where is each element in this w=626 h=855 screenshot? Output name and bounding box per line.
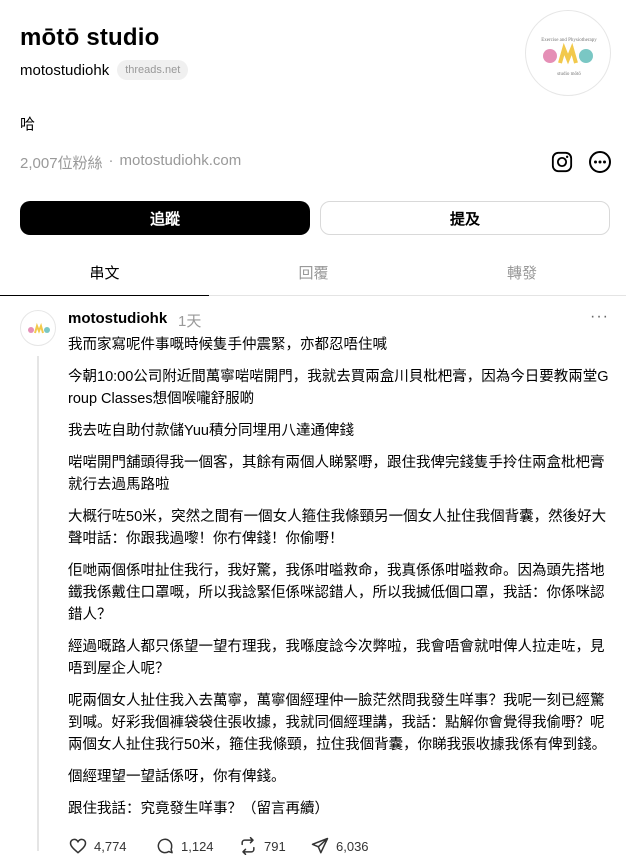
profile-avatar[interactable]: Exercise and Physiotherapy studio mōtō: [525, 10, 611, 96]
profile-meta: 2,007位粉絲 · motostudiohk.com: [20, 152, 241, 173]
tab-threads[interactable]: 串文: [0, 250, 209, 296]
website-link[interactable]: motostudiohk.com: [120, 152, 242, 173]
send-icon: [311, 837, 329, 854]
profile-header: mōtō studio motostudiohk threads.net: [20, 22, 500, 80]
post-body: 我而家寫呢件事嘅時候隻手仲震緊，亦都忍唔住喊 今朝10:00公司附近間萬寧啱啱開…: [68, 334, 613, 830]
post-paragraph: 個經理望一望話係呀，你有俾錢。: [68, 769, 286, 785]
post-timestamp[interactable]: 1天: [178, 310, 201, 331]
repost-icon: [241, 836, 255, 855]
display-name: mōtō studio: [20, 24, 160, 51]
movo-logo-icon: [28, 322, 50, 334]
domain-chip[interactable]: threads.net: [117, 60, 189, 80]
movo-logo-icon: Exercise and Physiotherapy studio mōtō: [541, 38, 597, 77]
post-paragraph: 呢兩個女人扯住我入去萬寧，萬寧個經理仲一臉茫然問我發生咩事？我呢一刻已經驚到喊。…: [68, 693, 607, 753]
post-paragraph: 我而家寫呢件事嘅時候隻手仲震緊，亦都忍唔住喊: [68, 337, 387, 353]
followers-count[interactable]: 2,007位粉絲: [20, 152, 103, 173]
profile-handle: motostudiohk: [20, 61, 110, 79]
post-avatar[interactable]: [20, 310, 56, 346]
heart-icon: [69, 838, 87, 854]
thread-post: motostudiohk 1天 ··· 我而家寫呢件事嘅時候隻手仲震緊，亦都忍唔…: [0, 296, 626, 855]
post-paragraph: 今朝10:00公司附近間萬寧啱啱開門，我就去買兩盒川貝枇杷膏，因為今日要教兩堂G…: [68, 369, 609, 407]
instagram-icon[interactable]: [550, 150, 574, 174]
handle-row: motostudiohk threads.net: [20, 60, 500, 80]
post-paragraph: 佢哋兩個係咁扯住我行，我好驚，我係咁嗌救命，我真係係咁嗌救命。因為頭先搭地鐵我係…: [68, 563, 605, 623]
follow-button[interactable]: 追蹤: [20, 201, 310, 235]
like-action[interactable]: 4,774: [68, 836, 127, 855]
comment-count: 1,124: [181, 838, 214, 854]
tab-reposts[interactable]: 轉發: [418, 250, 626, 295]
profile-bio: 哈: [20, 116, 36, 133]
post-more-button[interactable]: ···: [590, 308, 609, 326]
repost-count: 791: [264, 838, 286, 854]
social-icons: [550, 150, 612, 174]
post-paragraph: 經過嘅路人都只係望一望冇理我，我喺度諗今次弊啦，我會唔會就咁俾人拉走咗，見唔到屋…: [68, 639, 605, 677]
repost-action[interactable]: 791: [238, 836, 286, 855]
avatar-logo-bottom: studio mōtō: [557, 72, 581, 77]
post-paragraph: 啱啱開門舖頭得我一個客，其餘有兩個人睇緊嘢，跟住我俾完錢隻手拎住兩盒枇杷膏就行去…: [68, 455, 605, 493]
like-count: 4,774: [94, 838, 127, 854]
share-count: 6,036: [336, 838, 369, 854]
tab-replies[interactable]: 回覆: [209, 250, 418, 295]
share-action[interactable]: 6,036: [310, 836, 369, 855]
post-author[interactable]: motostudiohk: [68, 310, 167, 327]
comment-action[interactable]: 1,124: [155, 836, 214, 855]
post-paragraph: 大概行咗50米，突然之間有一個女人箍住我條頸另一個女人扯住我個背囊，然後好大聲咁…: [68, 509, 607, 547]
more-options-icon[interactable]: [588, 150, 612, 174]
thread-line: [37, 356, 39, 851]
profile-tabs: 串文 回覆 轉發: [0, 250, 626, 296]
post-paragraph: 跟住我話：究竟發生咩事？（留言再續）: [68, 801, 329, 817]
post-paragraph: 我去咗自助付款儲Yuu積分同埋用八達通俾錢: [68, 423, 354, 439]
comment-icon: [157, 838, 173, 854]
avatar-logo-top: Exercise and Physiotherapy: [541, 38, 597, 43]
meta-separator: ·: [108, 152, 114, 169]
mention-button[interactable]: 提及: [320, 201, 610, 235]
